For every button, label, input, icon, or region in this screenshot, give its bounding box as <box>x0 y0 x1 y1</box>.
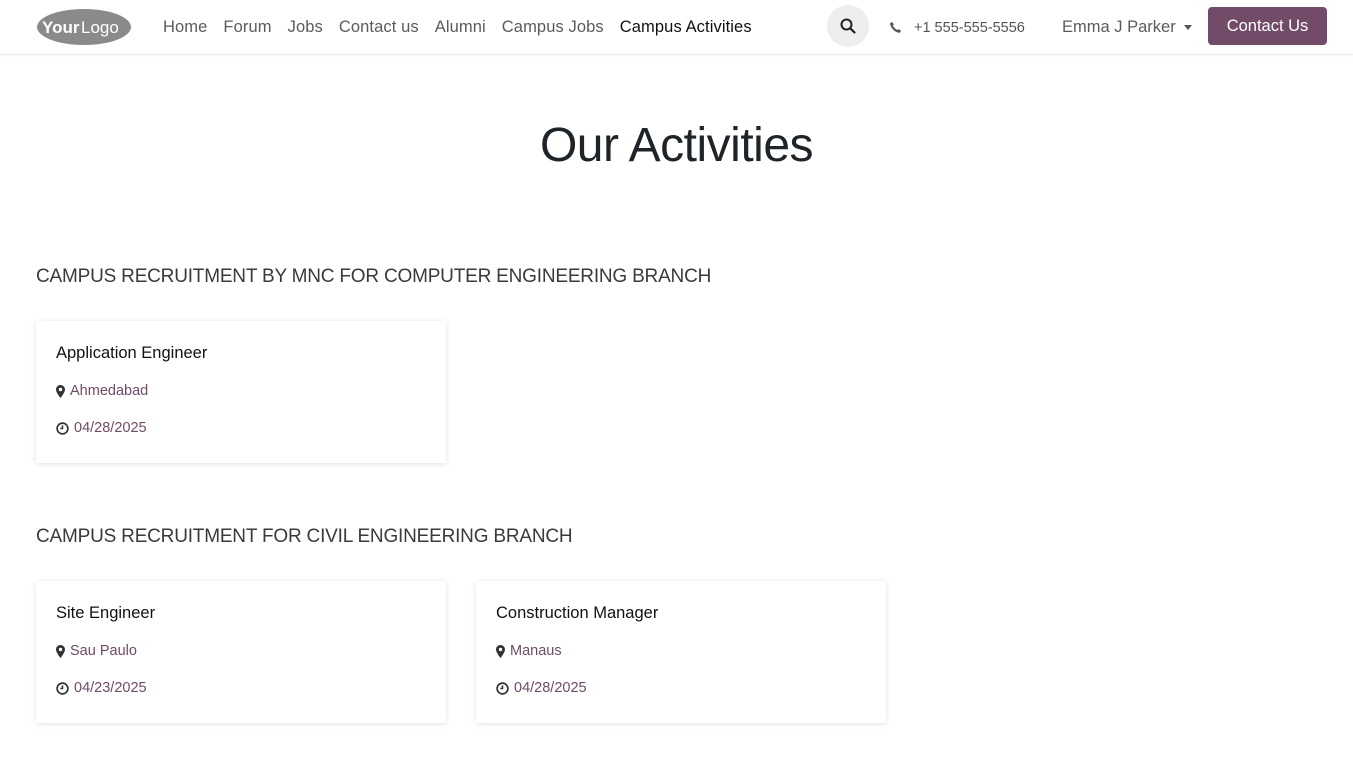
job-location: Sau Paulo <box>56 643 426 659</box>
nav-campus-jobs[interactable]: Campus Jobs <box>502 18 604 37</box>
job-date: 04/28/2025 <box>56 420 426 436</box>
nav-campus-activities[interactable]: Campus Activities <box>620 18 752 37</box>
clock-icon <box>56 421 69 435</box>
nav-contact-us[interactable]: Contact us <box>339 18 419 37</box>
section-title: CAMPUS RECRUITMENT FOR CIVIL ENGINEERING… <box>36 526 573 547</box>
page-title: Our Activities <box>539 119 814 172</box>
nav-home[interactable]: Home <box>163 18 207 37</box>
logo[interactable]: Your Logo <box>36 8 132 46</box>
job-date: 04/28/2025 <box>496 680 866 696</box>
job-title[interactable]: Site Engineer <box>56 604 426 623</box>
phone-number: +1 555-555-5556 <box>914 19 1025 36</box>
job-location: Ahmedabad <box>56 383 426 399</box>
map-marker-icon <box>56 384 65 398</box>
job-date-text: 04/28/2025 <box>74 420 147 436</box>
job-location-text: Sau Paulo <box>70 643 137 659</box>
job-location-text: Manaus <box>510 643 562 659</box>
job-location: Manaus <box>496 643 866 659</box>
nav-jobs[interactable]: Jobs <box>288 18 323 37</box>
clock-icon <box>56 681 69 695</box>
job-card[interactable]: Site Engineer Sau Paulo 04/23/2025 <box>36 581 446 723</box>
section-title: CAMPUS RECRUITMENT BY MNC FOR COMPUTER E… <box>36 266 712 287</box>
phone-icon <box>889 21 902 34</box>
user-name: Emma J Parker <box>1062 18 1176 36</box>
job-location-text: Ahmedabad <box>70 383 149 399</box>
nav-forum[interactable]: Forum <box>223 18 271 37</box>
phone-link[interactable]: +1 555-555-5556 <box>889 0 1025 55</box>
svg-text:Your: Your <box>42 18 80 37</box>
contact-us-button[interactable]: Contact Us <box>1208 7 1327 45</box>
nav-alumni[interactable]: Alumni <box>435 18 486 37</box>
caret-down-icon <box>1183 25 1192 30</box>
user-menu[interactable]: Emma J Parker <box>1062 0 1192 55</box>
svg-text:Logo: Logo <box>81 18 119 37</box>
job-title[interactable]: Construction Manager <box>496 604 866 623</box>
map-marker-icon <box>496 644 505 658</box>
job-date-text: 04/28/2025 <box>514 680 587 696</box>
job-card[interactable]: Application Engineer Ahmedabad 04/28/202… <box>36 321 446 463</box>
site-header: Your Logo Home Forum Jobs Contact us Alu… <box>0 0 1353 55</box>
clock-icon <box>496 681 509 695</box>
map-marker-icon <box>56 644 65 658</box>
job-date: 04/23/2025 <box>56 680 426 696</box>
search-button[interactable] <box>827 5 869 47</box>
job-card[interactable]: Construction Manager Manaus 04/28/2025 <box>476 581 886 723</box>
main-nav: Home Forum Jobs Contact us Alumni Campus… <box>163 0 768 55</box>
job-title[interactable]: Application Engineer <box>56 344 426 363</box>
search-icon <box>840 18 856 34</box>
job-date-text: 04/23/2025 <box>74 680 147 696</box>
